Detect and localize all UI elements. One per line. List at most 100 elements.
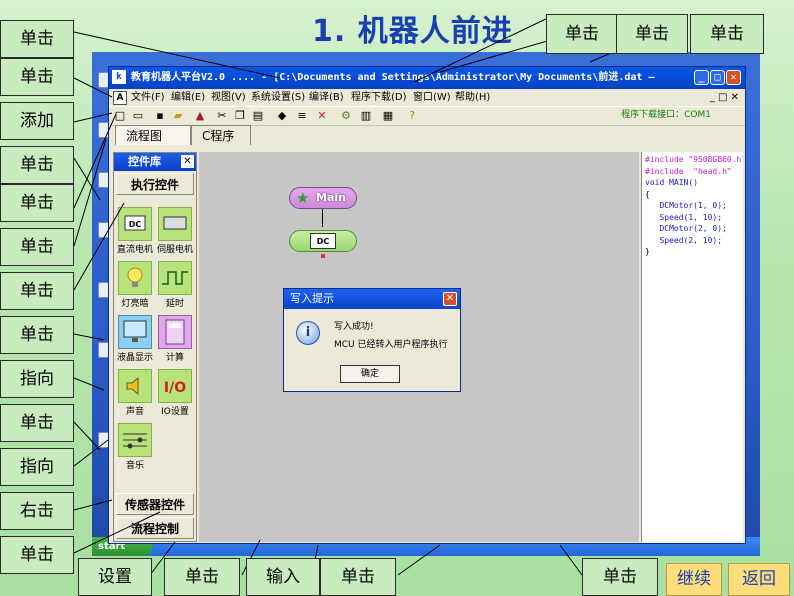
tab-flowchart[interactable]: 流程图 [115, 125, 191, 145]
menu-system-settings[interactable]: 系统设置(S) [251, 89, 305, 106]
copy-icon[interactable]: ❐ [233, 109, 247, 123]
help-icon[interactable]: ? [405, 109, 419, 123]
control-label: 伺服电机 [156, 245, 193, 255]
main-node[interactable]: ★ Main [289, 187, 357, 209]
dialog-titlebar: 写入提示 ✕ [284, 289, 460, 309]
callout-left: 单击 [0, 228, 74, 266]
control-io-settings[interactable]: I/O IO设置 [156, 369, 194, 421]
control-label: 延时 [165, 299, 184, 309]
app-logo-icon: k [112, 70, 126, 84]
code-preview-pane: #include "9S08GB60.h" #include "head.h" vo… [641, 152, 743, 542]
code-line: void MAIN() [645, 178, 698, 187]
servo-motor-icon [158, 207, 192, 241]
menu-file[interactable]: 文件(F) [131, 89, 165, 106]
continue-button[interactable]: 继续 [666, 563, 722, 596]
control-light[interactable]: 灯亮暗 [116, 261, 154, 313]
callout-bottom: 输入 [246, 558, 320, 596]
document-icon[interactable]: ▥ [359, 109, 373, 123]
control-library-title: 控件库 [128, 155, 161, 168]
control-servo-motor[interactable]: 伺服电机 [156, 207, 194, 259]
star-icon: ★ [296, 189, 310, 207]
dc-motor-icon: DC [118, 207, 152, 241]
callout-left: 单击 [0, 184, 74, 222]
callout-left: 单击 [0, 146, 74, 184]
back-button[interactable]: 返回 [728, 563, 790, 596]
node-anchor-dot[interactable] [321, 254, 325, 258]
tool-icon[interactable]: ◆ [275, 109, 289, 123]
cut-icon[interactable]: ✂ [215, 109, 229, 123]
dc-motor-node[interactable]: DC [289, 230, 357, 252]
tab-c-program[interactable]: C程序 [191, 125, 251, 145]
maximize-button[interactable]: □ [710, 70, 725, 85]
minimize-button[interactable]: _ [694, 70, 709, 85]
control-music[interactable]: 音乐 [116, 423, 154, 475]
category-actuators[interactable]: 执行控件 [116, 173, 194, 195]
menu-help[interactable]: 帮助(H) [455, 89, 490, 106]
control-label: 音乐 [125, 461, 144, 471]
control-sound[interactable]: 声音 [116, 369, 154, 421]
speaker-icon [118, 369, 152, 403]
callout-top: 单击 [690, 14, 764, 54]
code-line: } [645, 247, 650, 256]
menu-view[interactable]: 视图(V) [211, 89, 246, 106]
callout-bottom: 单击 [582, 558, 658, 596]
code-line: Speed(1, 10); [645, 212, 723, 222]
io-icon: I/O [158, 369, 192, 403]
panel-close-icon[interactable]: ✕ [181, 155, 194, 168]
control-label: 计算 [165, 353, 184, 363]
lcd-monitor-icon [118, 315, 152, 349]
control-dc-motor[interactable]: DC 直流电机 [116, 207, 154, 259]
delete-icon[interactable]: ✕ [315, 109, 329, 123]
control-label: IO设置 [161, 407, 189, 417]
export-icon[interactable]: ▲ [193, 109, 207, 123]
menu-program-download[interactable]: 程序下载(D) [351, 89, 407, 106]
download-port-label: 程序下载接口：COM1 [621, 110, 711, 120]
code-line: DCMotor(2, 0); [645, 224, 727, 233]
dialog-close-icon[interactable]: ✕ [443, 292, 457, 306]
save-icon[interactable]: ▪ [153, 109, 167, 123]
ok-button[interactable]: 确定 [340, 365, 400, 383]
callout-left: 单击 [0, 316, 74, 354]
delay-wave-icon [158, 261, 192, 295]
document-menu-icon[interactable]: A [113, 91, 127, 105]
paste-icon[interactable]: ▤ [251, 109, 265, 123]
folder-icon[interactable]: ▰ [171, 109, 185, 123]
compile-icon[interactable]: ⚙ [339, 109, 353, 123]
category-sensors[interactable]: 传感器控件 [116, 493, 194, 515]
callout-left: 单击 [0, 20, 74, 58]
slide-title: 1. 机器人前进 [312, 14, 513, 49]
callout-top: 单击 [546, 14, 618, 54]
svg-text:I/O: I/O [164, 380, 186, 396]
dialog-message-success: 写入成功! [334, 322, 374, 332]
control-lcd[interactable]: 液晶显示 [116, 315, 154, 367]
callout-left: 单击 [0, 536, 74, 574]
download-icon[interactable]: ▦ [381, 109, 395, 123]
callout-left: 添加 [0, 102, 74, 140]
callout-bottom: 单击 [320, 558, 396, 596]
category-flow-control[interactable]: 流程控制 [116, 517, 194, 539]
app-titlebar[interactable]: k 教育机器人平台V2.0 .... - [C:\Documents and S… [109, 67, 745, 89]
menubar: A 文件(F) 编辑(E) 视图(V) 系统设置(S) 编译(B) 程序下载(D… [109, 89, 745, 106]
new-icon[interactable]: □ [113, 109, 127, 123]
code-line: DCMotor(1, 0); [645, 201, 727, 210]
dc-node-label: DC [310, 233, 336, 249]
menu-window[interactable]: 窗口(W) [413, 89, 451, 106]
control-delay[interactable]: 延时 [156, 261, 194, 313]
menu-compile[interactable]: 编译(B) [309, 89, 344, 106]
code-line: { [645, 189, 650, 199]
list-icon[interactable]: ≡ [295, 109, 309, 123]
close-button[interactable]: ✕ [726, 70, 741, 85]
code-line: #include "9S08GB60.h" [645, 155, 743, 164]
callout-bottom: 单击 [164, 558, 240, 596]
callout-bottom: 设置 [78, 558, 152, 596]
svg-text:DC: DC [129, 220, 142, 229]
mdi-window-buttons[interactable]: _ □ ✕ [710, 89, 739, 106]
code-line: Speed(2, 10); [645, 235, 723, 245]
flowchart-canvas[interactable]: ★ Main DC 写入提示 ✕ i 写入成功! MCU 已经转入用户程序执行 … [199, 152, 639, 542]
open-icon[interactable]: ▭ [131, 109, 145, 123]
calculator-icon [158, 315, 192, 349]
control-calculate[interactable]: 计算 [156, 315, 194, 367]
menu-edit[interactable]: 编辑(E) [171, 89, 205, 106]
music-notes-icon [118, 423, 152, 457]
dialog-title: 写入提示 [290, 292, 334, 305]
